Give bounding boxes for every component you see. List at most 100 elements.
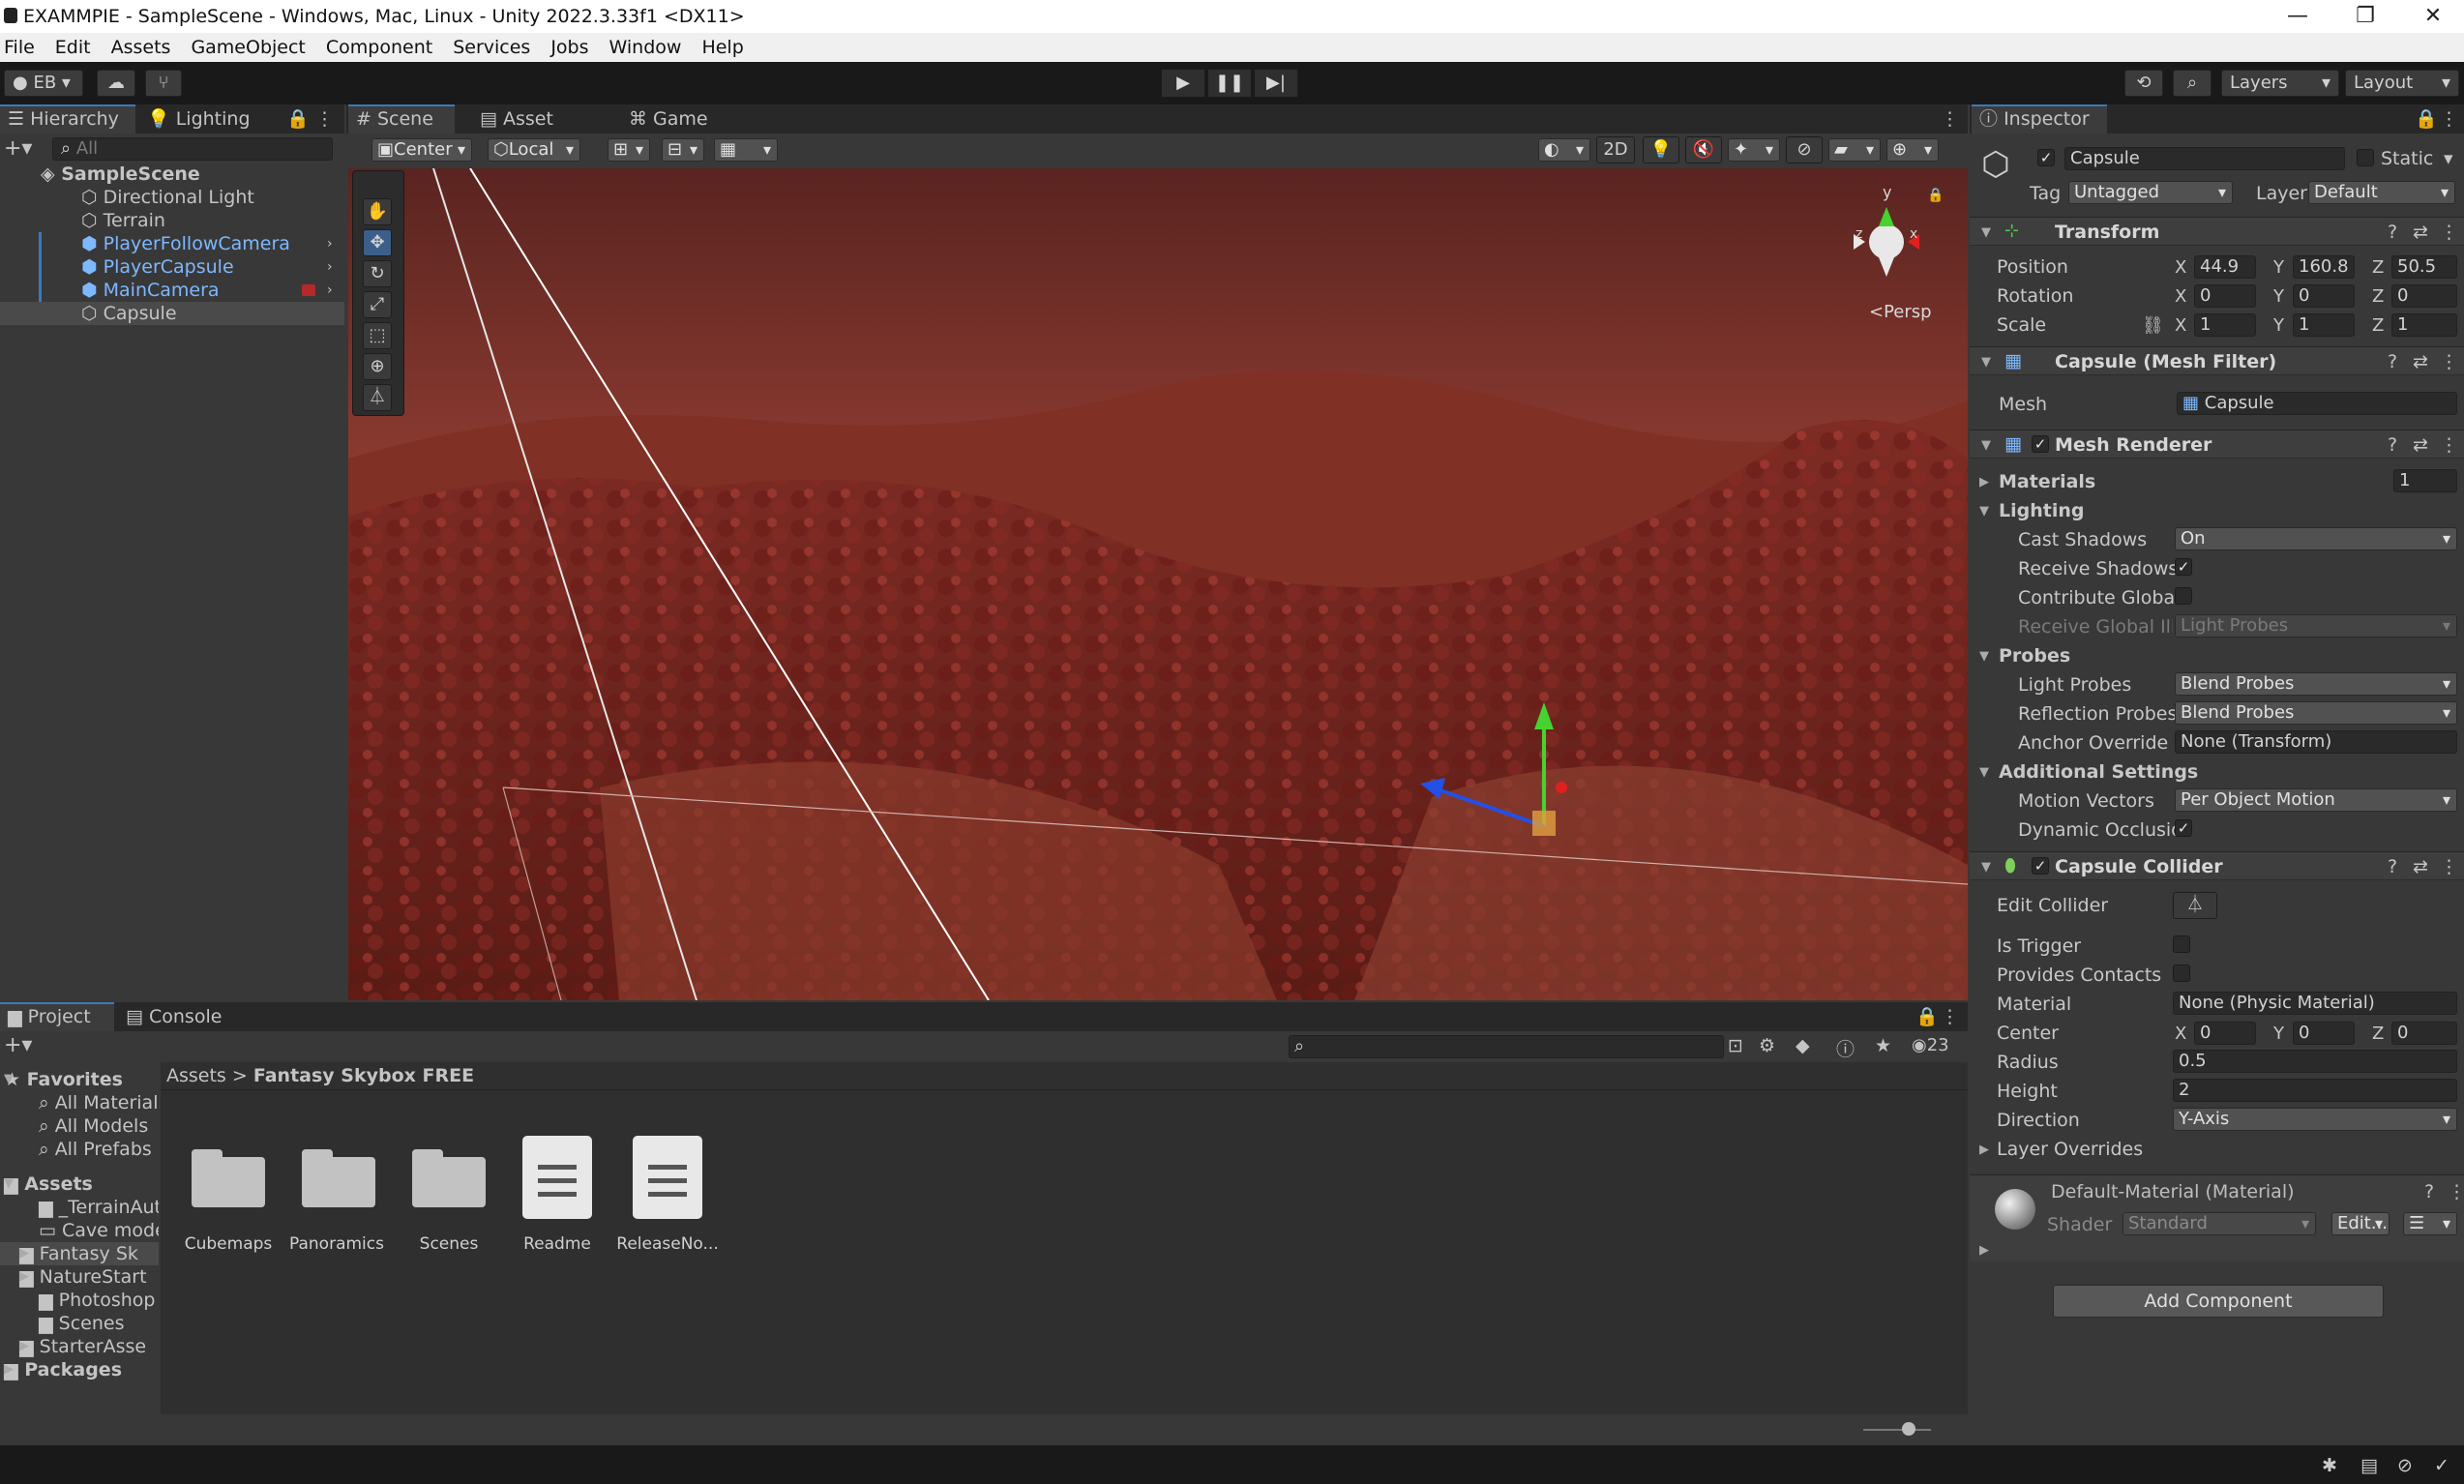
search-button[interactable]: ⌕: [2173, 70, 2212, 97]
physic-material-field[interactable]: None (Physic Material): [2173, 992, 2457, 1015]
menu-file[interactable]: File: [4, 37, 35, 58]
scale-z-field[interactable]: 1: [2391, 313, 2457, 337]
materials-count-field[interactable]: 1: [2393, 469, 2457, 492]
close-button[interactable]: ✕: [2406, 0, 2460, 33]
transform-header[interactable]: ▼ ⊹ Transform ? ⇄ ⋮: [1970, 217, 2464, 246]
edit-collider-button[interactable]: ⏃: [2173, 892, 2217, 919]
tab-lighting[interactable]: 💡 Lighting: [139, 104, 275, 134]
more-menu-icon[interactable]: ⋮: [2440, 856, 2458, 877]
tab-project[interactable]: ▆ Project: [0, 1002, 114, 1031]
mesh-renderer-enabled-checkbox[interactable]: ✓: [2032, 435, 2049, 453]
projection-toggle[interactable]: <Persp: [1869, 302, 1932, 322]
radius-field[interactable]: 0.5: [2173, 1050, 2457, 1073]
capsule-collider-header[interactable]: ▼ ⬮ ✓ Capsule Collider ? ⇄ ⋮: [1970, 851, 2464, 880]
chevron-right-icon[interactable]: ›: [327, 259, 333, 275]
chevron-right-icon[interactable]: ›: [327, 236, 333, 252]
folder-item[interactable]: ▶ ▆ StarterAsse: [19, 1335, 146, 1358]
lock-icon[interactable]: 🔒: [1927, 188, 1944, 203]
bug-icon[interactable]: ✱: [2322, 1455, 2337, 1476]
preset-icon[interactable]: ⇄: [2413, 222, 2428, 243]
play-button[interactable]: ▶: [1161, 69, 1205, 98]
mesh-filter-header[interactable]: ▼ ▦ Capsule (Mesh Filter) ? ⇄ ⋮: [1970, 346, 2464, 375]
help-icon[interactable]: ?: [2388, 434, 2397, 456]
direction-dropdown[interactable]: Y-Axis: [2173, 1108, 2457, 1131]
step-button[interactable]: ▶|: [1254, 69, 1298, 98]
active-checkbox[interactable]: ✓: [2037, 149, 2055, 166]
object-name-input[interactable]: Capsule: [2064, 147, 2345, 170]
transform-tool-icon[interactable]: ⊕: [363, 353, 392, 380]
add-asset-button[interactable]: +▾: [4, 1033, 32, 1057]
project-search-input[interactable]: ⌕: [1289, 1035, 1724, 1058]
chevron-down-icon[interactable]: ▾: [2444, 148, 2453, 169]
fold-right-icon[interactable]: ▶: [1979, 475, 1989, 490]
pivot-dropdown[interactable]: ▣Center: [371, 138, 472, 162]
grid-snap-dropdown[interactable]: ⊞: [608, 138, 650, 162]
lock-icon[interactable]: 🔒: [2415, 104, 2438, 134]
help-icon[interactable]: ?: [2424, 1181, 2434, 1202]
space-dropdown[interactable]: ⬡Local: [488, 138, 580, 162]
hierarchy-item-main-camera[interactable]: ⬢ MainCamera: [81, 279, 220, 302]
favorite-item[interactable]: ⌕ All Material: [39, 1091, 158, 1114]
motion-vectors-dropdown[interactable]: Per Object Motion: [2175, 788, 2457, 812]
hierarchy-search-input[interactable]: ⌕ All: [52, 137, 333, 161]
preset-icon[interactable]: ⇄: [2413, 434, 2428, 456]
label-filter-icon[interactable]: ◆: [1796, 1035, 1810, 1056]
materials-label[interactable]: Materials: [1999, 471, 2095, 492]
rotate-tool-icon[interactable]: ↻: [363, 260, 392, 287]
chevron-right-icon[interactable]: ›: [327, 282, 333, 298]
mesh-field[interactable]: ▦ Capsule: [2177, 392, 2457, 415]
tab-game[interactable]: ⌘ Game: [621, 104, 718, 134]
rect-tool-icon[interactable]: ⬚: [363, 322, 392, 349]
maximize-button[interactable]: ❐: [2338, 0, 2392, 33]
assets-header[interactable]: ▼ ▆ Assets: [4, 1172, 93, 1196]
tab-scene[interactable]: # Scene: [348, 104, 455, 134]
icon-size-slider-track[interactable]: [1863, 1429, 1931, 1431]
static-checkbox[interactable]: [2357, 149, 2374, 166]
provides-contacts-checkbox[interactable]: [2173, 965, 2190, 982]
fold-right-icon[interactable]: ▶: [1979, 1243, 1989, 1258]
tag-dropdown[interactable]: Untagged: [2068, 181, 2233, 204]
scale-y-field[interactable]: 1: [2293, 313, 2355, 337]
scene-visibility-toggle[interactable]: ⊘: [1786, 136, 1823, 163]
more-menu-icon[interactable]: ⋮: [315, 104, 339, 134]
lock-icon[interactable]: 🔒: [1915, 1002, 1939, 1031]
hierarchy-item-player-follow-camera[interactable]: ⬢ PlayerFollowCamera: [81, 232, 290, 255]
asset-doc-readme[interactable]: [522, 1136, 592, 1219]
center-z-field[interactable]: 0: [2391, 1022, 2457, 1045]
help-icon[interactable]: ?: [2388, 222, 2397, 243]
fold-down-icon[interactable]: ▼: [1979, 765, 1989, 780]
breadcrumb-current[interactable]: Fantasy Skybox FREE: [253, 1065, 474, 1086]
add-component-button[interactable]: Add Component: [2053, 1285, 2384, 1318]
more-menu-icon[interactable]: ⋮: [2440, 222, 2458, 243]
packages-header[interactable]: ▶ ▆ Packages: [4, 1358, 122, 1381]
increment-snap-dropdown[interactable]: ⊟: [662, 138, 704, 162]
2d-toggle[interactable]: 2D: [1596, 136, 1635, 163]
search-filter-icon[interactable]: ⊡: [1728, 1035, 1743, 1056]
is-trigger-checkbox[interactable]: [2173, 935, 2190, 953]
version-control-button[interactable]: ⑂: [145, 70, 182, 97]
dynamic-occlusion-checkbox[interactable]: ✓: [2175, 819, 2192, 837]
help-icon[interactable]: ?: [2388, 856, 2397, 877]
tab-console[interactable]: ▤ Console: [118, 1002, 234, 1031]
favorite-star-icon[interactable]: ★: [1875, 1035, 1891, 1056]
auto-gen-lighting-icon[interactable]: ⊘: [2397, 1455, 2413, 1476]
scene-viewport[interactable]: y z x ✋ ✥ ↻ ⤢ ⬚ ⊕ ⏃ <Persp 🔒: [348, 168, 1968, 1000]
center-y-field[interactable]: 0: [2293, 1022, 2355, 1045]
height-field[interactable]: 2: [2173, 1079, 2457, 1102]
move-tool-icon[interactable]: ✥: [363, 229, 392, 256]
folder-item[interactable]: ▶ ▆ Fantasy Sk: [19, 1242, 138, 1265]
receive-shadows-checkbox[interactable]: ✓: [2175, 558, 2192, 576]
probes-section-label[interactable]: Probes: [1999, 645, 2070, 667]
asset-folder-cubemaps[interactable]: [192, 1145, 265, 1207]
menu-assets[interactable]: Assets: [111, 37, 171, 58]
lighting-toggle[interactable]: 💡: [1643, 136, 1679, 163]
link-icon[interactable]: ⛓: [2142, 315, 2164, 336]
scene-root[interactable]: ◈ SampleScene: [41, 163, 200, 186]
more-menu-icon[interactable]: ⋮: [2440, 104, 2461, 134]
audio-toggle[interactable]: 🔇: [1685, 136, 1722, 163]
hierarchy-item-capsule[interactable]: ⬡ Capsule: [81, 302, 177, 325]
rotation-z-field[interactable]: 0: [2391, 284, 2457, 308]
minimize-button[interactable]: —: [2271, 0, 2325, 33]
lighting-section-label[interactable]: Lighting: [1999, 500, 2084, 521]
importer-filter-icon[interactable]: ⓘ: [1836, 1035, 1855, 1061]
